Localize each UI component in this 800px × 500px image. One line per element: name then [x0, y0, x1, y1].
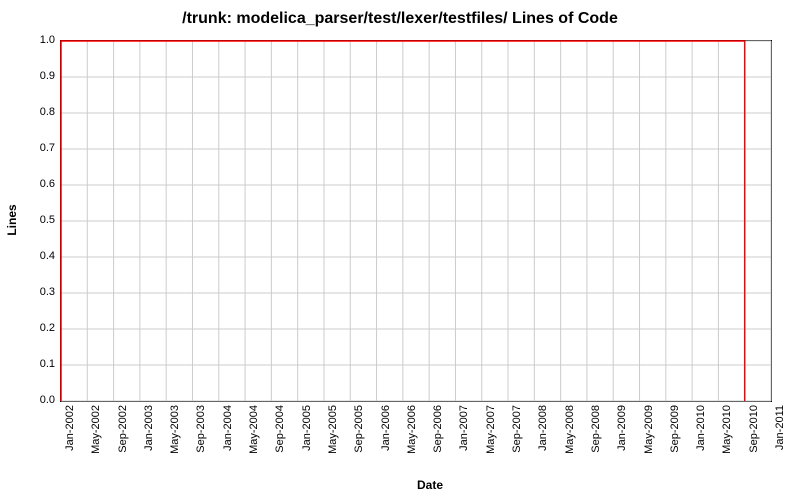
- x-tick-label: May-2010: [721, 405, 733, 454]
- y-tick-label: 0.2: [25, 322, 55, 334]
- y-tick-label: 0.4: [25, 250, 55, 262]
- chart-title: /trunk: modelica_parser/test/lexer/testf…: [0, 0, 800, 28]
- x-tick-label: Sep-2006: [432, 405, 444, 453]
- plot-area: [60, 40, 772, 402]
- x-tick-label: May-2004: [248, 405, 260, 454]
- grid-group: [61, 41, 771, 401]
- y-tick-label: 0.9: [25, 70, 55, 82]
- x-tick-label: Sep-2008: [590, 405, 602, 453]
- x-tick-label: Jan-2003: [143, 405, 155, 451]
- y-tick-label: 0.6: [25, 178, 55, 190]
- x-tick-label: Jan-2004: [222, 405, 234, 451]
- y-tick-label: 0.1: [25, 358, 55, 370]
- x-tick-label: Jan-2005: [301, 405, 313, 451]
- x-tick-label: Jan-2007: [458, 405, 470, 451]
- x-tick-label: Sep-2004: [274, 405, 286, 453]
- x-tick-label: Jan-2008: [537, 405, 549, 451]
- y-tick-label: 0.3: [25, 286, 55, 298]
- x-tick-label: Sep-2002: [117, 405, 129, 453]
- y-axis-label: Lines: [5, 204, 19, 235]
- y-tick-label: 0.5: [25, 214, 55, 226]
- x-tick-label: May-2003: [169, 405, 181, 454]
- x-tick-label: Jan-2006: [380, 405, 392, 451]
- x-axis-label: Date: [30, 478, 800, 492]
- y-tick-label: 1.0: [25, 34, 55, 46]
- x-tick-label: May-2009: [643, 405, 655, 454]
- x-tick-label: May-2007: [485, 405, 497, 454]
- x-tick-label: Jan-2009: [616, 405, 628, 451]
- x-tick-label: Sep-2003: [195, 405, 207, 453]
- x-tick-label: Sep-2009: [669, 405, 681, 453]
- x-tick-label: Sep-2007: [511, 405, 523, 453]
- x-tick-label: May-2002: [90, 405, 102, 454]
- x-tick-label: May-2005: [327, 405, 339, 454]
- x-tick-label: May-2006: [406, 405, 418, 454]
- y-tick-label: 0.0: [25, 394, 55, 406]
- x-tick-label: Sep-2010: [748, 405, 760, 453]
- chart-container: /trunk: modelica_parser/test/lexer/testf…: [0, 0, 800, 500]
- chart-svg: [61, 41, 771, 401]
- y-tick-label: 0.7: [25, 142, 55, 154]
- x-tick-label: Jan-2011: [774, 405, 786, 450]
- x-tick-label: Jan-2010: [695, 405, 707, 451]
- y-tick-label: 0.8: [25, 106, 55, 118]
- x-tick-label: Jan-2002: [64, 405, 76, 451]
- x-tick-label: May-2008: [564, 405, 576, 454]
- x-tick-label: Sep-2005: [353, 405, 365, 453]
